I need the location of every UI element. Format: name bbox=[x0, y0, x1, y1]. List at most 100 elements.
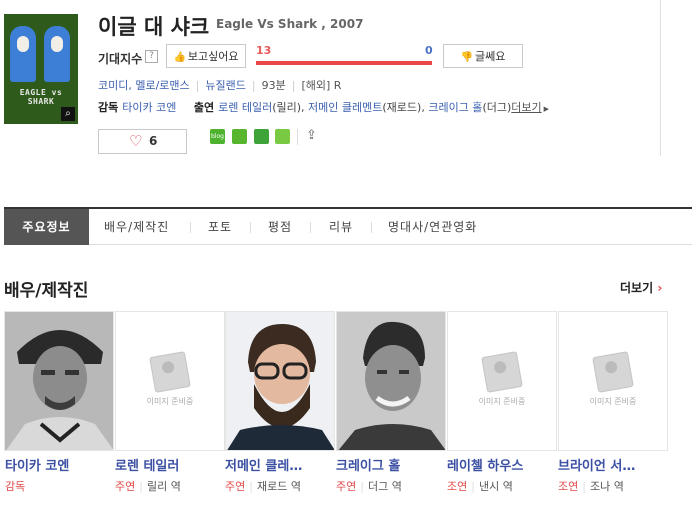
zoom-search-icon[interactable]: ⌕ bbox=[61, 107, 75, 121]
separator: | bbox=[360, 480, 364, 493]
runtime: 93분 bbox=[261, 79, 286, 92]
separator: | bbox=[249, 480, 253, 493]
person-name[interactable]: 저메인 클레… bbox=[225, 455, 331, 474]
person-photo-image bbox=[5, 312, 113, 450]
divider bbox=[660, 0, 661, 156]
movie-meta: 코미디, 멜로/로맨스 | 뉴질랜드 | 93분 | [해외] R bbox=[98, 77, 341, 93]
placeholder-text: 이미지 준비중 bbox=[146, 397, 194, 406]
role-type: 조연 bbox=[558, 480, 579, 493]
cafe-share-icon[interactable] bbox=[232, 129, 247, 144]
person-role: 주연 | 재로드 역 bbox=[225, 478, 301, 494]
thumbs-up-icon: 👍 bbox=[173, 52, 186, 63]
photo-placeholder-icon bbox=[481, 351, 523, 393]
poster-art bbox=[10, 26, 36, 82]
director-label: 감독 bbox=[98, 101, 119, 114]
cast-link[interactable]: 크레이그 홀 bbox=[428, 101, 482, 114]
poster-art bbox=[17, 36, 29, 52]
bookmark-share-icon[interactable] bbox=[254, 129, 269, 144]
cast-role: (더그) bbox=[482, 101, 512, 114]
poster-title: EAGLE vs SHARK bbox=[19, 88, 63, 106]
more-label: 더보기 bbox=[620, 281, 654, 295]
tab-separator bbox=[371, 222, 372, 233]
rating: [해외] R bbox=[301, 79, 342, 92]
person-photo[interactable] bbox=[225, 311, 335, 451]
person-photo[interactable] bbox=[4, 311, 114, 451]
photo-placeholder-icon bbox=[149, 351, 191, 393]
section-more-link[interactable]: 더보기 › bbox=[620, 279, 662, 296]
person-role: 조연 | 낸시 역 bbox=[447, 478, 513, 494]
person-name[interactable]: 브라이언 서… bbox=[558, 455, 664, 474]
separator: | bbox=[582, 480, 586, 493]
director-link[interactable]: 타이카 코엔 bbox=[122, 101, 176, 114]
tab-cast-crew[interactable]: 배우/제작진 bbox=[104, 209, 169, 245]
expect-ratio-bar bbox=[256, 61, 432, 65]
chevron-right-icon: › bbox=[657, 281, 663, 295]
person-name[interactable]: 크레이그 홀 bbox=[336, 455, 442, 474]
person-photo[interactable] bbox=[336, 311, 446, 451]
expect-label: 기대지수 bbox=[98, 52, 143, 66]
role-type: 주연 bbox=[225, 480, 246, 493]
tab-main-info[interactable]: 주요정보 bbox=[4, 209, 89, 245]
tab-quotes-related[interactable]: 명대사/연관영화 bbox=[388, 209, 477, 245]
memo-share-icon[interactable] bbox=[275, 129, 290, 144]
tab-separator bbox=[310, 222, 311, 233]
tab-separator bbox=[190, 222, 191, 233]
separator: | bbox=[471, 480, 475, 493]
help-icon[interactable]: ? bbox=[145, 50, 158, 63]
poster-art bbox=[51, 36, 63, 52]
placeholder-text: 이미지 준비중 bbox=[589, 397, 637, 406]
genre-link[interactable]: 코미디, 멜로/로맨스 bbox=[98, 79, 190, 92]
photo-placeholder-icon bbox=[592, 351, 634, 393]
credits-more-link[interactable]: 더보기 bbox=[511, 101, 541, 114]
character-name: 더그 역 bbox=[367, 480, 402, 493]
role-type: 주연 bbox=[115, 480, 136, 493]
character-name: 재로드 역 bbox=[256, 480, 301, 493]
country-link[interactable]: 뉴질랜드 bbox=[205, 79, 245, 92]
want-count: 13 bbox=[256, 44, 272, 57]
person-role: 감독 bbox=[5, 478, 25, 494]
person-name[interactable]: 로렌 테일러 bbox=[115, 455, 221, 474]
person-photo-placeholder[interactable]: 이미지 준비중 bbox=[115, 311, 225, 451]
tab-photo[interactable]: 포토 bbox=[208, 209, 232, 245]
placeholder-text: 이미지 준비중 bbox=[478, 397, 526, 406]
person-role: 조연 | 조나 역 bbox=[558, 478, 624, 494]
person-name[interactable]: 레이첼 하우스 bbox=[447, 455, 553, 474]
cast-label: 출연 bbox=[193, 101, 215, 114]
character-name: 낸시 역 bbox=[478, 480, 513, 493]
person-photo-placeholder[interactable]: 이미지 준비중 bbox=[447, 311, 557, 451]
share-icon[interactable]: ⇪ bbox=[306, 128, 317, 143]
person-photo-image bbox=[226, 312, 334, 450]
movie-subtitle: Eagle Vs Shark , 2007 bbox=[216, 17, 364, 31]
poster-art bbox=[44, 26, 70, 82]
blog-share-icon[interactable]: blog bbox=[210, 129, 225, 144]
separator: | bbox=[251, 79, 256, 92]
separator: | bbox=[195, 79, 200, 92]
character-name: 조나 역 bbox=[589, 480, 624, 493]
no-count: 0 bbox=[425, 44, 433, 57]
role-type: 조연 bbox=[447, 480, 468, 493]
tab-rating[interactable]: 평점 bbox=[268, 209, 292, 245]
divider bbox=[297, 129, 298, 145]
section-title: 배우/제작진 bbox=[4, 281, 89, 301]
tab-bar: 주요정보 배우/제작진 포토 평점 리뷰 명대사/연관영화 bbox=[4, 207, 692, 245]
person-role: 주연 | 릴리 역 bbox=[115, 478, 181, 494]
person-role: 주연 | 더그 역 bbox=[336, 478, 402, 494]
movie-title: 이글 대 샤크 bbox=[98, 15, 210, 39]
tab-separator bbox=[250, 222, 251, 233]
cast-link[interactable]: 로렌 테일러 bbox=[218, 101, 272, 114]
movie-poster[interactable]: EAGLE vs SHARK ⌕ bbox=[4, 14, 78, 124]
tab-review[interactable]: 리뷰 bbox=[329, 209, 353, 245]
person-photo-image bbox=[337, 312, 445, 450]
like-count: 6 bbox=[149, 134, 158, 148]
no-label: 글쎄요 bbox=[475, 50, 506, 63]
thumbs-down-icon: 👎 bbox=[460, 52, 474, 63]
like-button[interactable]: ♡ 6 bbox=[98, 129, 187, 154]
person-photo-placeholder[interactable]: 이미지 준비중 bbox=[558, 311, 668, 451]
want-button[interactable]: 👍 보고싶어요 bbox=[166, 44, 246, 68]
no-button[interactable]: 👎 글쎄요 bbox=[443, 44, 523, 68]
chevron-right-icon: ▶ bbox=[543, 105, 550, 113]
role-type: 주연 bbox=[336, 480, 357, 493]
person-name[interactable]: 타이카 코엔 bbox=[5, 455, 111, 474]
heart-icon: ♡ bbox=[129, 132, 143, 150]
cast-link[interactable]: 저메인 클레멘트 bbox=[308, 101, 382, 114]
